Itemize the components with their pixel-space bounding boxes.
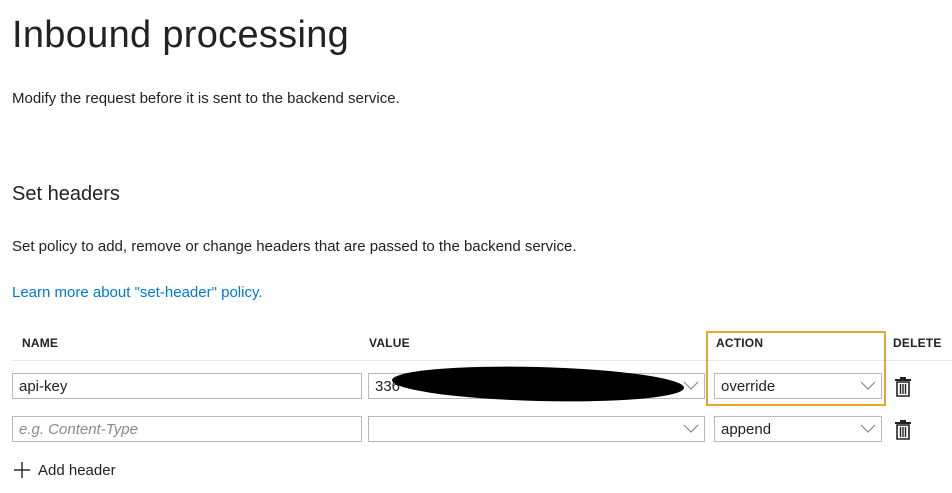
learn-more-link[interactable]: Learn more about "set-header" policy. xyxy=(12,284,263,301)
page-title: Inbound processing xyxy=(12,14,350,56)
plus-icon xyxy=(12,460,32,480)
add-header-button[interactable]: Add header xyxy=(12,460,116,480)
chevron-down-icon xyxy=(857,417,879,441)
trash-icon[interactable] xyxy=(894,376,912,398)
trash-icon[interactable] xyxy=(894,419,912,441)
chevron-down-icon xyxy=(680,417,702,441)
header-action-value: append xyxy=(721,420,772,438)
column-header-value: VALUE xyxy=(369,336,410,350)
header-name-input[interactable] xyxy=(12,373,362,399)
header-name-input[interactable] xyxy=(12,416,362,442)
section-title-set-headers: Set headers xyxy=(12,183,120,205)
section-description: Set policy to add, remove or change head… xyxy=(12,238,577,255)
page-subtitle: Modify the request before it is sent to … xyxy=(12,90,400,107)
inbound-processing-page: Inbound processing Modify the request be… xyxy=(0,0,952,493)
action-column-highlight xyxy=(706,331,886,406)
header-action-select[interactable]: append xyxy=(714,416,882,442)
add-header-label: Add header xyxy=(38,461,116,479)
column-header-name: NAME xyxy=(22,336,59,350)
header-value-combobox[interactable] xyxy=(368,416,705,442)
column-header-delete: DELETE xyxy=(893,336,942,350)
